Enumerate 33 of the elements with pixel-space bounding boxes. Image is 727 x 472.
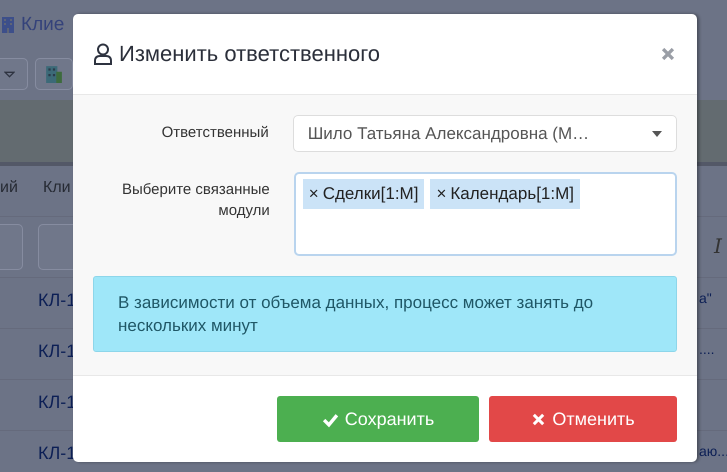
remove-tag-button[interactable]: × — [308, 184, 319, 204]
user-icon — [93, 43, 113, 65]
column-header[interactable]: ий — [0, 179, 18, 197]
remove-tag-button[interactable]: × — [436, 184, 446, 204]
record-link[interactable]: КЛ-1 — [38, 290, 76, 311]
record-link[interactable]: КЛ-1 — [38, 392, 76, 413]
page-title: Клие — [21, 14, 64, 36]
save-button[interactable]: Сохранить — [277, 396, 479, 442]
field-label: Ответственный — [160, 123, 269, 143]
cancel-button[interactable]: Отменить — [489, 396, 677, 442]
caret-icon — [4, 70, 14, 78]
dropdown-button[interactable] — [0, 58, 28, 90]
multi-select-field[interactable]: × Сделки[1:М] × Календарь[1:М] — [294, 172, 677, 256]
tag-chip[interactable]: × Календарь[1:М] — [430, 179, 580, 209]
close-icon — [531, 412, 546, 426]
building-icon — [45, 65, 63, 83]
column-header[interactable]: Кли — [43, 179, 71, 197]
record-link[interactable]: КЛ-1 — [38, 341, 76, 362]
tag-chip[interactable]: × Сделки[1:М] — [302, 179, 424, 209]
table-cell: .... — [699, 341, 715, 357]
tag-label: Сделки[1:М] — [322, 184, 418, 204]
tag-label: Календарь[1:М] — [450, 184, 574, 204]
caret-icon — [652, 130, 662, 136]
dialog-title: Изменить ответственного — [119, 41, 382, 67]
field-label: Выберите связанные модули — [120, 180, 270, 221]
table-cell: а" — [699, 290, 712, 306]
building-icon — [1, 17, 15, 33]
italic-icon[interactable]: I — [714, 234, 722, 258]
close-icon — [661, 47, 675, 61]
toolbar-button[interactable] — [35, 58, 73, 90]
close-button[interactable] — [661, 47, 675, 61]
select-field[interactable]: Шило Татьяна Александровна (М… — [292, 115, 677, 152]
info-alert: В зависимости от объема данных, процесс может занять до нескольких минут — [93, 276, 677, 352]
